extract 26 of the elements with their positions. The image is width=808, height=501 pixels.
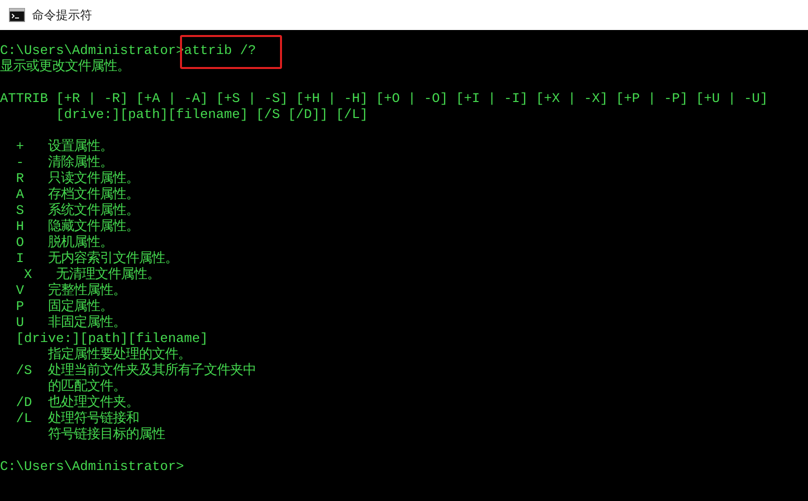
console-line: V 完整性属性。 <box>14 284 126 299</box>
console-line: C:\Users\Administrator> <box>0 460 184 476</box>
console-line: X 无清理文件属性。 <box>22 268 160 283</box>
window-title: 命令提示符 <box>32 7 92 24</box>
console-line: S 系统文件属性。 <box>14 204 139 219</box>
terminal-icon <box>9 8 25 22</box>
console-line: I 无内容索引文件属性。 <box>14 252 178 267</box>
console-line: P 固定属性。 <box>14 300 113 315</box>
console-line: O 脱机属性。 <box>14 236 113 251</box>
console-line: 的匹配文件。 <box>46 380 126 395</box>
console-line: 符号链接目标的属性 <box>46 428 165 444</box>
command-text: attrib /? <box>184 44 256 59</box>
console-line: /L 处理符号链接和 <box>14 412 139 427</box>
console-line: H 隐藏文件属性。 <box>14 220 139 235</box>
console-line: R 只读文件属性。 <box>14 172 139 187</box>
console-line: U 非固定属性。 <box>14 316 126 332</box>
console-line: [drive:][path][filename] [/S [/D]] [/L] <box>54 108 368 124</box>
console-line: ATTRIB [+R | -R] [+A | -A] [+S | -S] [+H | -H] [+O | -O] [+I | -I] [+X | -X] [+P | -P] [+U | -U] <box>0 92 768 108</box>
console-line: 指定属性要处理的文件。 <box>46 348 191 363</box>
console-line: [drive:][path][filename] <box>14 332 208 347</box>
console-line: /S 处理当前文件夹及其所有子文件夹中 <box>14 364 256 379</box>
console-line: /D 也处理文件夹。 <box>14 396 139 411</box>
console-line: A 存档文件属性。 <box>14 188 139 203</box>
console-line: 显示或更改文件属性。 <box>0 60 130 76</box>
console-line: - 清除属性。 <box>14 156 113 171</box>
console-line: + 设置属性。 <box>14 140 113 155</box>
